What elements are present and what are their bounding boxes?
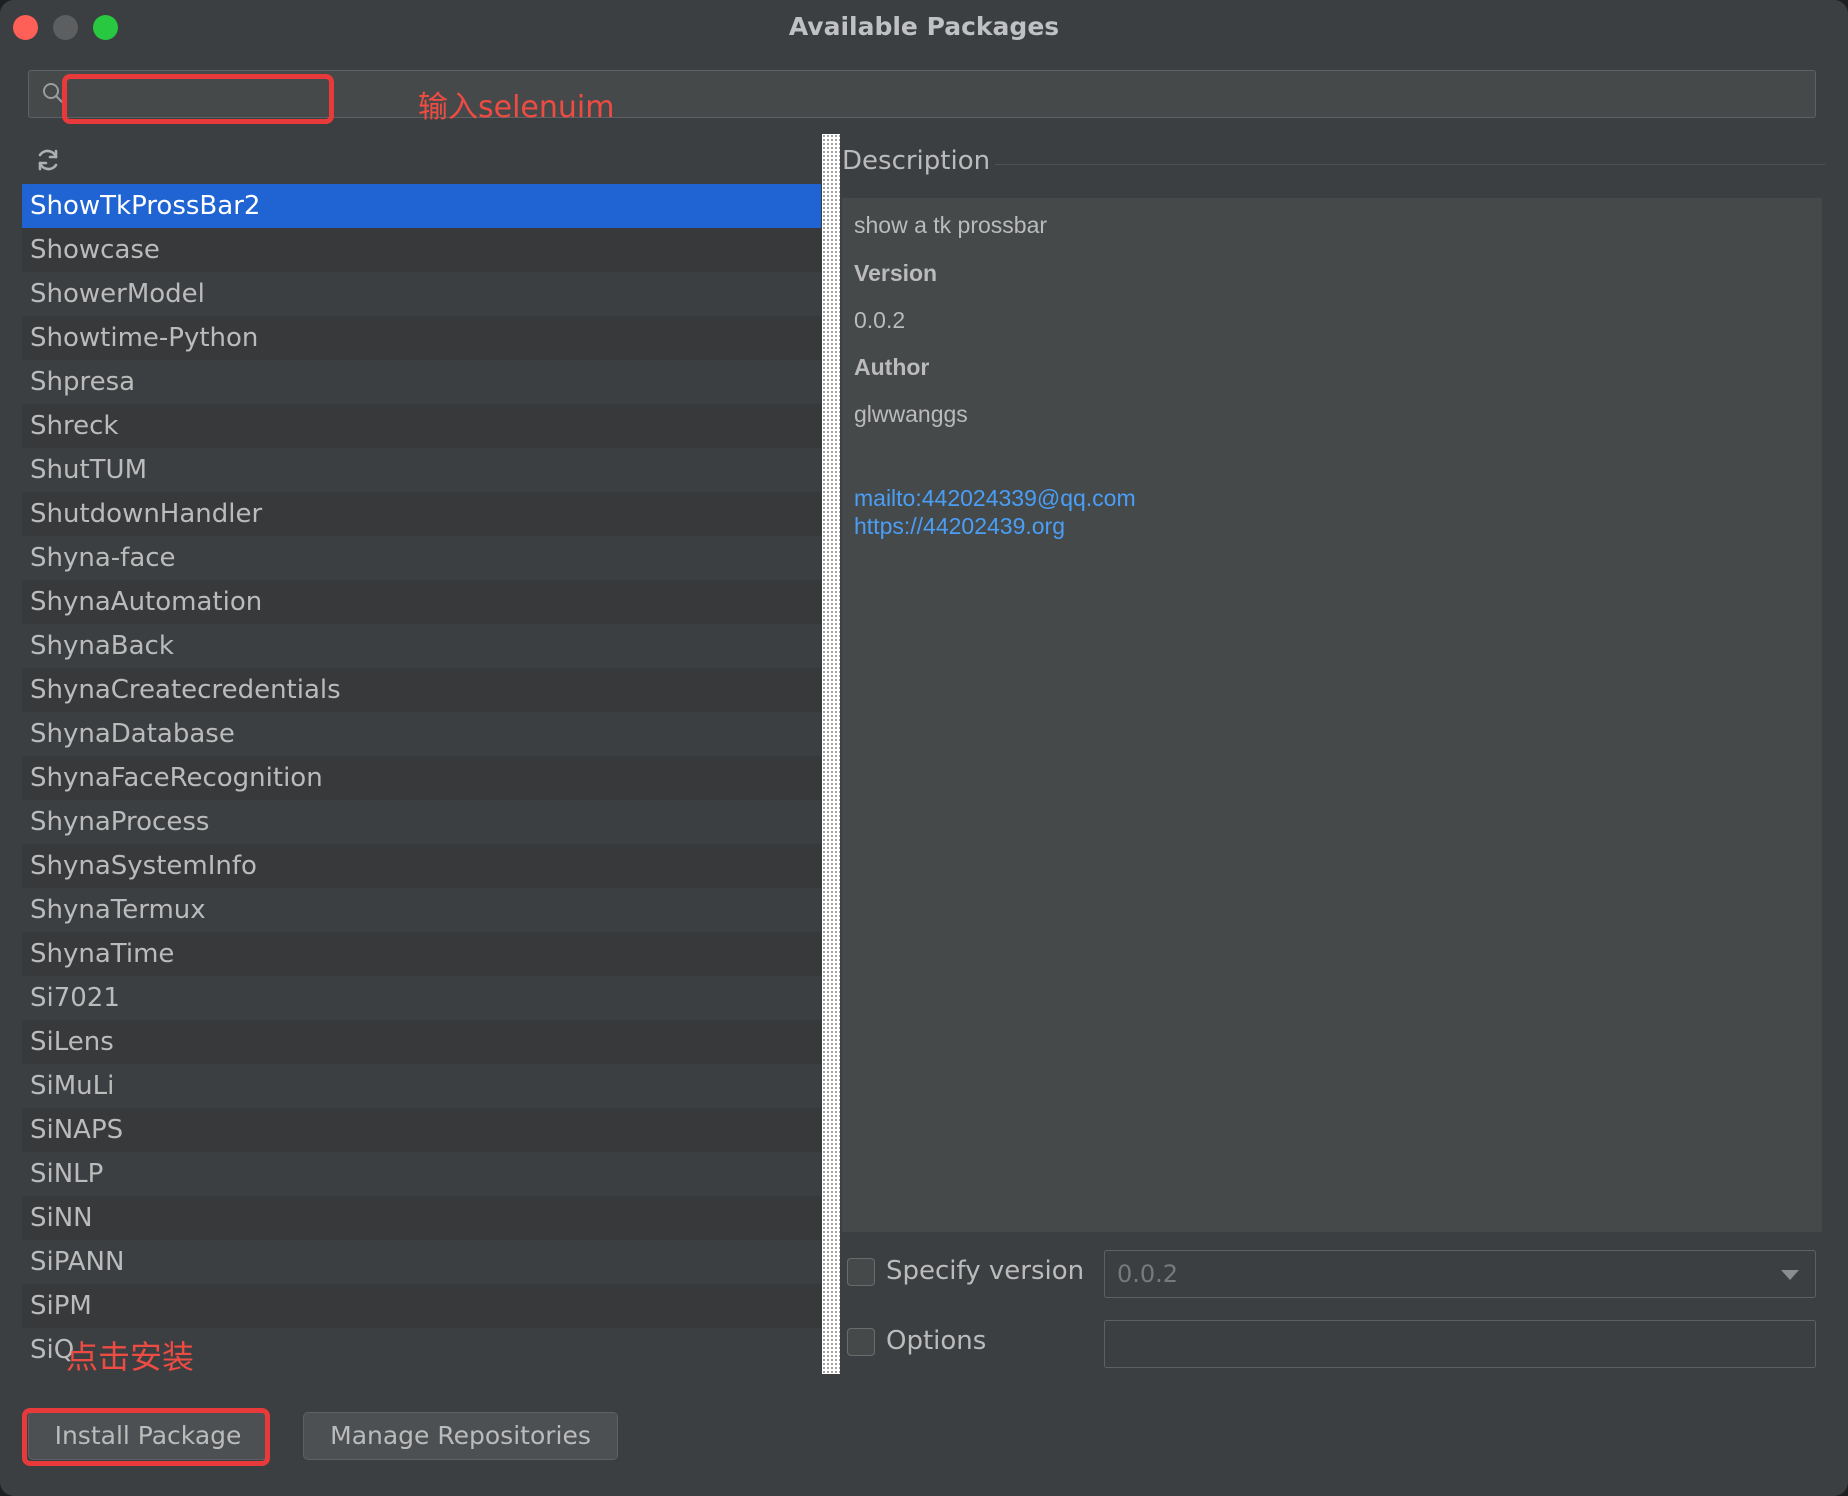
version-select-value: 0.0.2 — [1117, 1260, 1179, 1288]
panel-splitter[interactable] — [822, 134, 840, 1374]
package-list-item[interactable]: Shyna-face — [22, 536, 821, 580]
title-bar: Available Packages — [0, 0, 1848, 54]
email-link[interactable]: mailto:442024339@qq.com — [854, 485, 1136, 512]
package-list-panel: ShowTkProssBar2 Showcase ShowerModel Showti… — [22, 134, 821, 1374]
package-list-item[interactable]: Shreck — [22, 404, 821, 448]
package-list-item[interactable]: SiNLP — [22, 1152, 821, 1196]
package-list-item[interactable]: ShynaCreatecredentials — [22, 668, 821, 712]
window-title: Available Packages — [788, 12, 1060, 41]
options-input[interactable] — [1104, 1320, 1816, 1368]
manage-repositories-button[interactable]: Manage Repositories — [303, 1412, 618, 1460]
options-label: Options — [886, 1326, 987, 1356]
package-list-item[interactable]: ShowerModel — [22, 272, 821, 316]
package-list-item[interactable]: ShynaBack — [22, 624, 821, 668]
package-list-item[interactable]: SiPM — [22, 1284, 821, 1328]
description-divider — [995, 164, 1825, 165]
chevron-down-icon — [1781, 1270, 1799, 1280]
package-list-item[interactable]: Si7021 — [22, 976, 821, 1020]
install-annotation-box — [22, 1408, 270, 1466]
package-list-item[interactable]: SiNAPS — [22, 1108, 821, 1152]
available-packages-window: Available Packages 输入selenuim ShowTkPros… — [0, 0, 1848, 1496]
description-header: Description — [842, 146, 991, 176]
homepage-link[interactable]: https://44202439.org — [854, 513, 1065, 540]
package-list-item[interactable]: ShutTUM — [22, 448, 821, 492]
install-annotation-text: 点击安装 — [66, 1338, 195, 1376]
specify-version-checkbox[interactable] — [847, 1258, 875, 1286]
package-list[interactable]: ShowTkProssBar2 Showcase ShowerModel Showti… — [22, 184, 821, 1372]
version-label: Version — [854, 260, 938, 286]
package-list-item-selected[interactable]: ShowTkProssBar2 — [22, 184, 821, 228]
search-annotation-text: 输入selenuim — [418, 90, 615, 125]
specify-version-label: Specify version — [886, 1256, 1085, 1286]
refresh-icon[interactable] — [34, 146, 62, 174]
search-annotation-box — [62, 74, 334, 124]
package-list-item[interactable]: ShynaTermux — [22, 888, 821, 932]
package-list-item[interactable]: ShynaAutomation — [22, 580, 821, 624]
package-list-item[interactable]: SiNN — [22, 1196, 821, 1240]
package-list-item[interactable]: ShynaDatabase — [22, 712, 821, 756]
package-list-item[interactable]: ShynaTime — [22, 932, 821, 976]
package-list-item[interactable]: Showcase — [22, 228, 821, 272]
package-list-item[interactable]: ShutdownHandler — [22, 492, 821, 536]
package-list-item[interactable]: ShynaSystemInfo — [22, 844, 821, 888]
package-list-item[interactable]: ShynaProcess — [22, 800, 821, 844]
list-toolbar — [22, 134, 821, 184]
version-select[interactable]: 0.0.2 — [1104, 1250, 1816, 1298]
description-summary: show a tk prossbar — [854, 212, 1048, 238]
description-body: show a tk prossbar Version 0.0.2 Author … — [842, 198, 1822, 1232]
package-list-item[interactable]: SiPANN — [22, 1240, 821, 1284]
author-value: glwwanggs — [854, 401, 968, 427]
package-list-item[interactable]: SiLens — [22, 1020, 821, 1064]
author-label: Author — [854, 354, 930, 380]
package-list-item[interactable]: Shpresa — [22, 360, 821, 404]
options-checkbox[interactable] — [847, 1328, 875, 1356]
package-list-item[interactable]: Showtime-Python — [22, 316, 821, 360]
package-list-item[interactable]: ShynaFaceRecognition — [22, 756, 821, 800]
package-list-item[interactable]: SiMuLi — [22, 1064, 821, 1108]
version-value: 0.0.2 — [854, 307, 906, 333]
